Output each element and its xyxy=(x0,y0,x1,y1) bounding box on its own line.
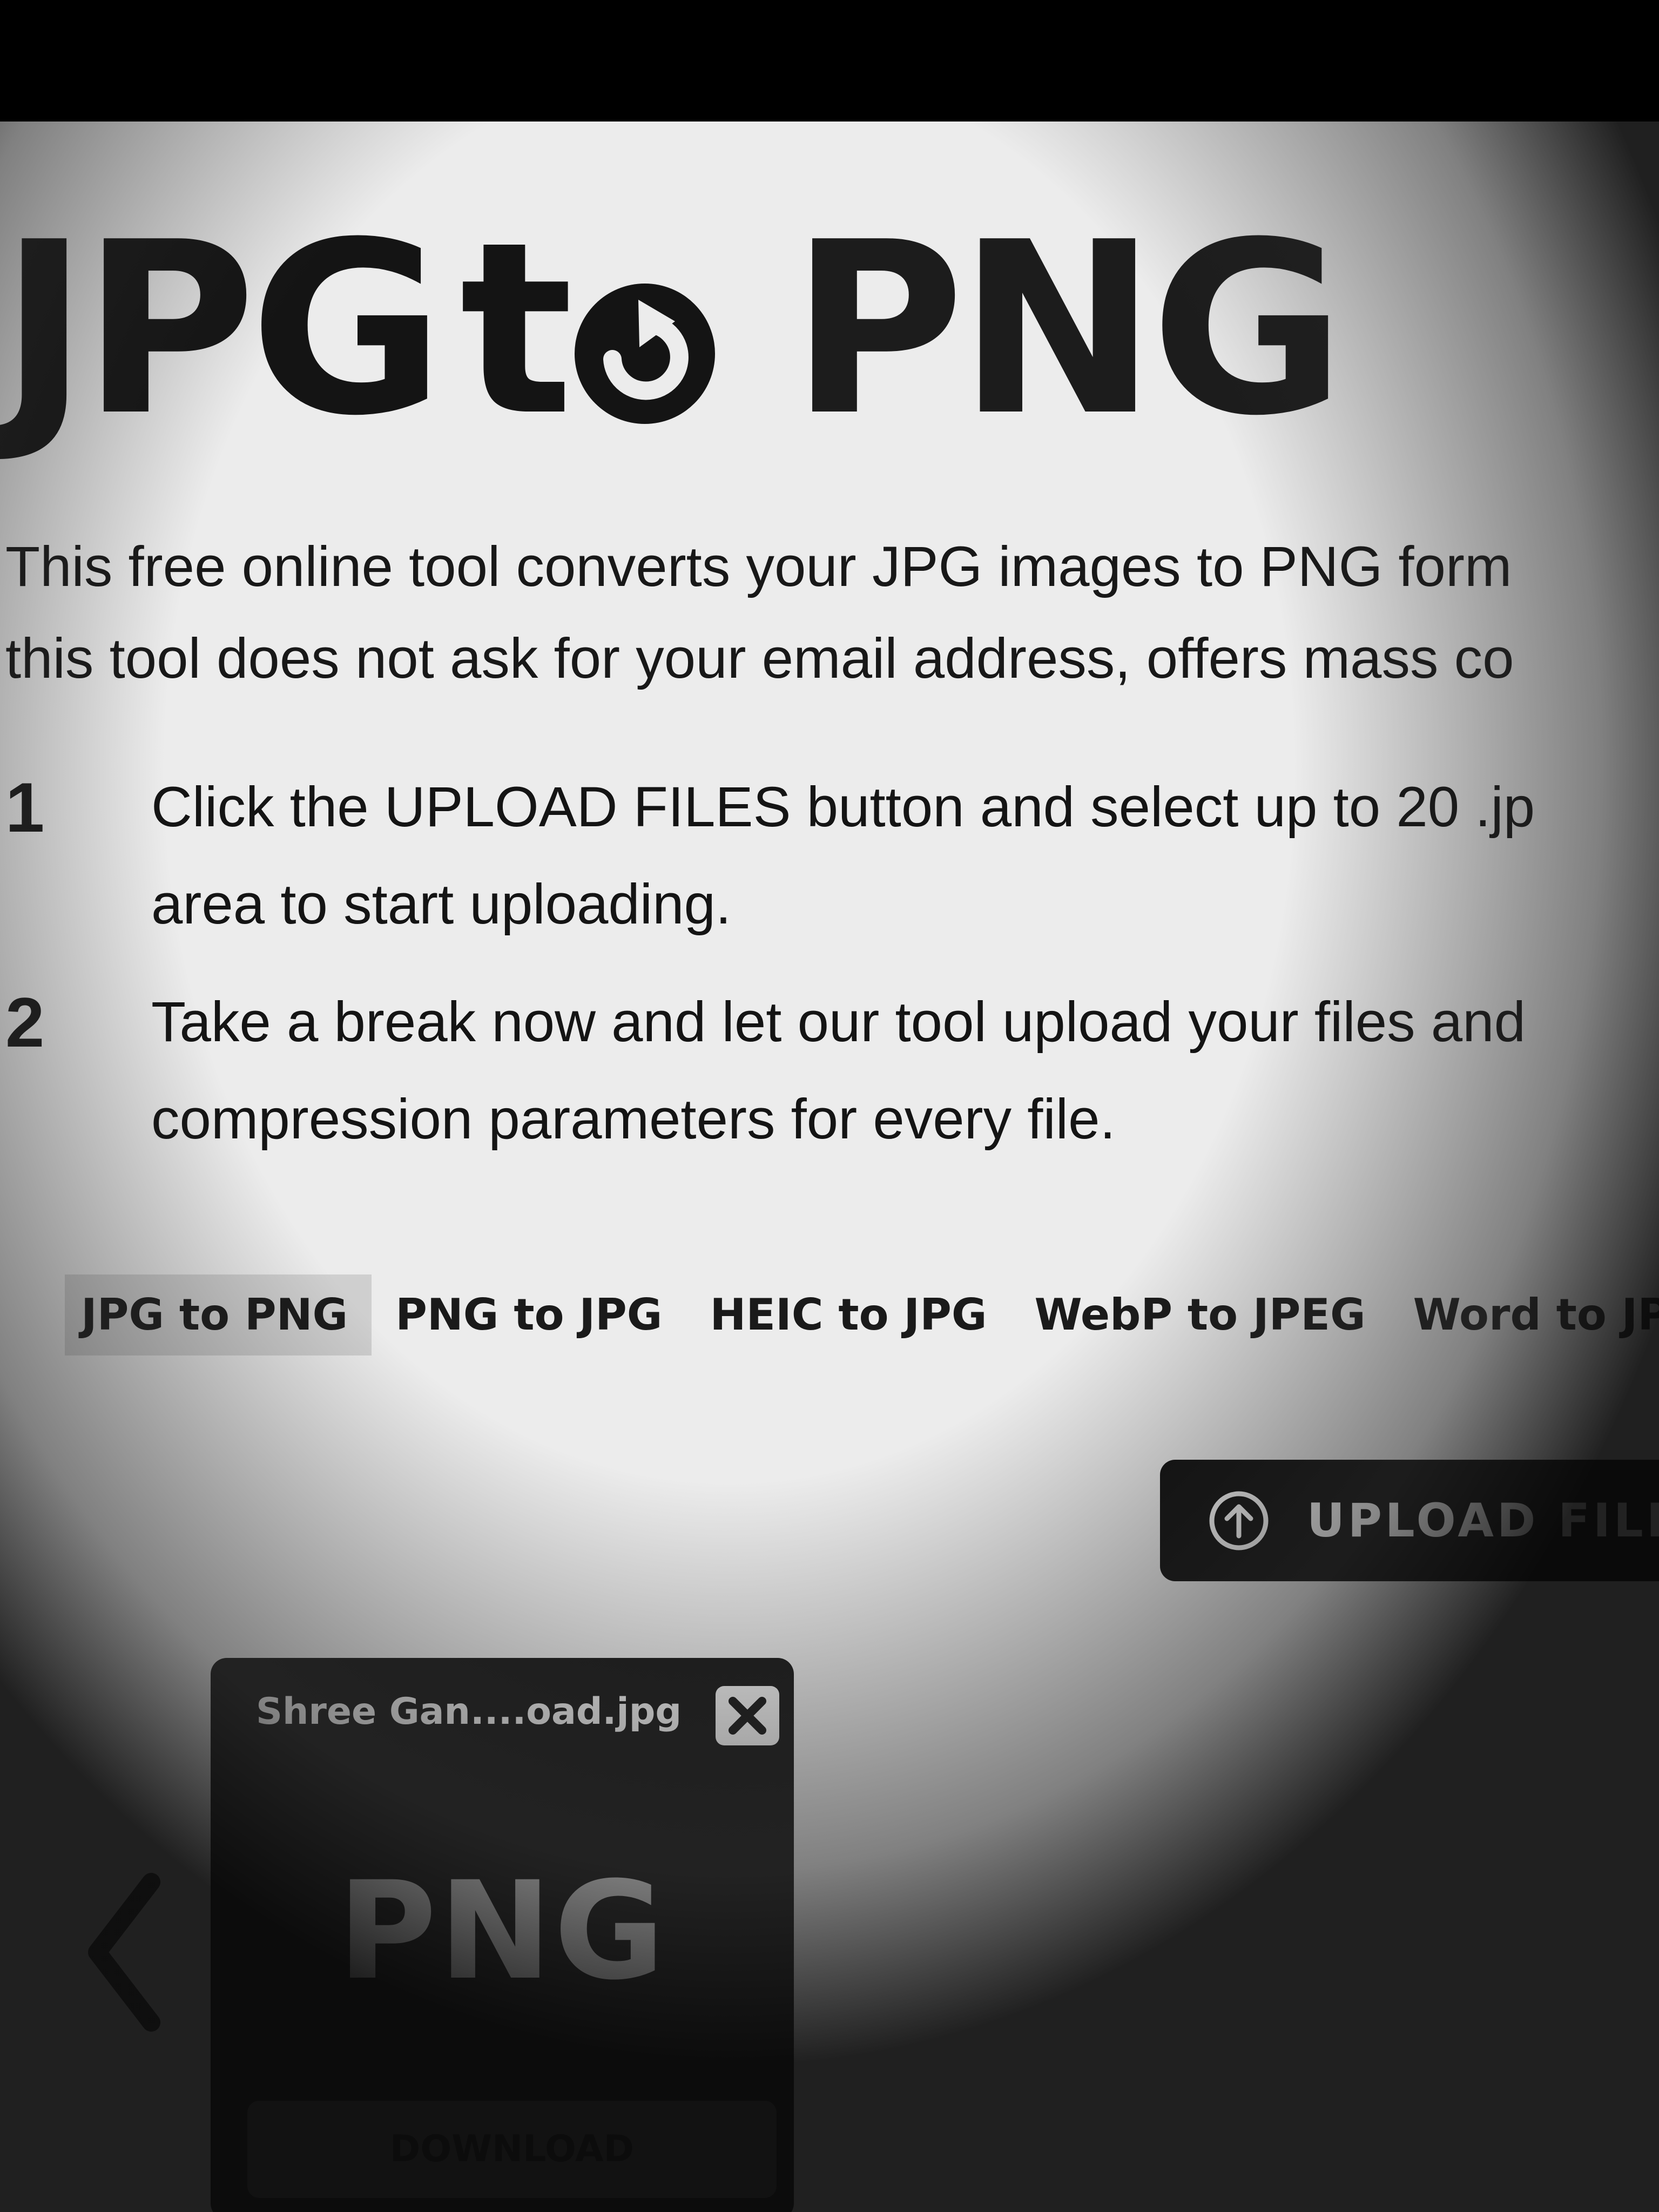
step-text-line-1: Take a break now and let our tool upload… xyxy=(151,990,1526,1054)
step-item: 1 Click the UPLOAD FILES button and sele… xyxy=(5,759,1659,953)
arrow-up-circle-icon xyxy=(1209,1491,1269,1550)
step-number: 1 xyxy=(5,768,45,847)
tab-png-to-jpg[interactable]: PNG to JPG xyxy=(372,1274,686,1355)
intro-paragraph: This free online tool converts your JPG … xyxy=(5,521,1659,705)
steps-list: 1 Click the UPLOAD FILES button and sele… xyxy=(5,759,1659,1189)
logo-jpg-text: JPG xyxy=(0,191,444,468)
top-bar xyxy=(0,0,1659,122)
step-item: 2 Take a break now and let our tool uplo… xyxy=(5,974,1659,1168)
file-card: Shree Gan....oad.jpg PNG DOWNLOAD xyxy=(211,1658,794,2212)
intro-line-1: This free online tool converts your JPG … xyxy=(5,535,1512,598)
site-logo[interactable]: JPG t PNG xyxy=(0,191,1346,468)
file-name: Shree Gan....oad.jpg xyxy=(256,1690,682,1733)
upload-files-button[interactable]: UPLOAD FILE xyxy=(1160,1460,1659,1581)
tab-webp-to-jpeg[interactable]: WebP to JPEG xyxy=(1010,1274,1389,1355)
remove-file-button[interactable] xyxy=(716,1686,779,1745)
step-text: Click the UPLOAD FILES button and select… xyxy=(151,759,1535,953)
page: JPG t PNG This free online tool converts… xyxy=(0,122,1659,2212)
download-button[interactable]: DOWNLOAD xyxy=(247,2101,777,2198)
close-icon xyxy=(729,1697,766,1735)
logo-png-text: PNG xyxy=(790,191,1346,468)
tab-heic-to-jpg[interactable]: HEIC to JPG xyxy=(686,1274,1010,1355)
tab-jpg-to-png[interactable]: JPG to PNG xyxy=(65,1274,372,1355)
step-text-line-1: Click the UPLOAD FILES button and select… xyxy=(151,775,1535,839)
converter-tabs: JPG to PNG PNG to JPG HEIC to JPG WebP t… xyxy=(65,1261,1659,1369)
step-text: Take a break now and let our tool upload… xyxy=(151,974,1526,1168)
file-format-label: PNG xyxy=(338,1852,667,2009)
intro-line-2: this tool does not ask for your email ad… xyxy=(5,627,1514,690)
chevron-left-icon[interactable] xyxy=(81,1871,167,2033)
tab-word-to-jpeg[interactable]: Word to JPEG xyxy=(1390,1274,1659,1355)
step-text-line-2: area to start uploading. xyxy=(151,873,732,936)
convert-arrow-icon xyxy=(574,284,715,424)
upload-files-label: UPLOAD FILE xyxy=(1307,1493,1659,1548)
step-text-line-2: compression parameters for every file. xyxy=(151,1088,1116,1151)
logo-to-text: t xyxy=(460,211,720,448)
step-number: 2 xyxy=(5,983,45,1062)
logo-t-letter: t xyxy=(460,191,573,468)
